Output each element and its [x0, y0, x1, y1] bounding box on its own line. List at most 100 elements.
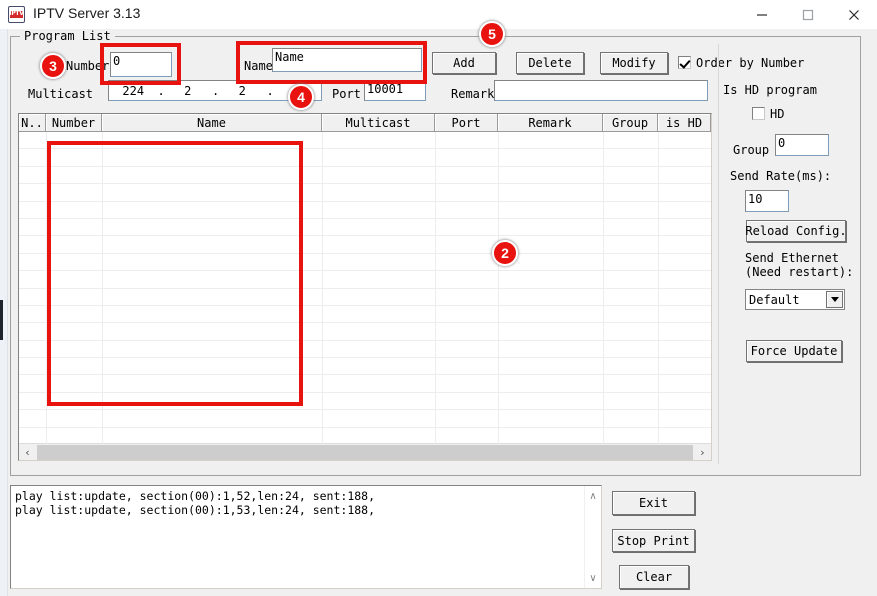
listview-column-header[interactable]: Multicast	[322, 114, 435, 132]
maximize-button[interactable]	[785, 0, 831, 29]
table-row[interactable]	[19, 306, 711, 323]
table-row[interactable]	[19, 289, 711, 306]
program-listview[interactable]: N.. Number Name Multicast Port Remark Group is …	[18, 113, 712, 461]
listview-column-separator	[498, 132, 499, 444]
minimize-icon	[756, 9, 768, 21]
close-button[interactable]	[831, 0, 877, 29]
exit-button[interactable]: Exit	[612, 491, 695, 515]
multicast-octet-3[interactable]: 2	[218, 84, 267, 98]
program-list-groupbox-title: Program List	[20, 29, 115, 43]
listview-horizontal-scrollbar[interactable]: ‹ ›	[19, 443, 711, 460]
reload-config-button[interactable]: Reload Config.	[746, 220, 846, 242]
listview-column-separator	[46, 132, 47, 444]
app-window: IPTV IPTV Server 3.13 Program List Numbe…	[0, 0, 877, 596]
table-row[interactable]	[19, 393, 711, 410]
left-edge-accent	[0, 300, 3, 340]
listview-column-header[interactable]: N..	[19, 114, 46, 132]
listview-column-header[interactable]: Remark	[498, 114, 603, 132]
listview-header: N.. Number Name Multicast Port Remark Group is …	[19, 114, 711, 132]
listview-column-label: Name	[197, 116, 226, 130]
add-button[interactable]: Add	[432, 52, 496, 74]
listview-column-separator	[658, 132, 659, 444]
multicast-octet-4[interactable]: 1	[273, 84, 322, 98]
ethernet-select[interactable]: Default	[745, 289, 845, 310]
order-by-number-label: Order by Number	[696, 56, 804, 70]
multicast-octet-2[interactable]: 2	[164, 84, 213, 98]
modify-button[interactable]: Modify	[600, 52, 668, 74]
table-row[interactable]	[19, 167, 711, 184]
table-row[interactable]	[19, 375, 711, 392]
listview-column-label: Number	[52, 116, 95, 130]
number-label: Number	[66, 59, 109, 73]
listview-column-label: Group	[612, 116, 648, 130]
title-bar: IPTV IPTV Server 3.13	[0, 0, 877, 30]
log-text: play list:update, section(00):1,52,len:2…	[15, 489, 583, 517]
table-row[interactable]	[19, 149, 711, 166]
listview-column-separator	[435, 132, 436, 444]
order-by-number-checkbox[interactable]	[678, 56, 691, 69]
side-panel-divider	[718, 44, 719, 464]
remark-input[interactable]	[494, 80, 708, 101]
ethernet-select-value: Default	[746, 293, 826, 307]
listview-column-label: Remark	[528, 116, 571, 130]
delete-button[interactable]: Delete	[516, 52, 584, 74]
port-input[interactable]: 10001	[364, 80, 426, 101]
table-row[interactable]	[19, 254, 711, 271]
hd-checkbox-label: HD	[770, 107, 784, 121]
icon-label: IPTV	[9, 10, 24, 18]
listview-column-header[interactable]: Name	[102, 114, 322, 132]
force-update-button[interactable]: Force Update	[746, 340, 842, 362]
group-label: Group	[733, 143, 769, 157]
multicast-label: Multicast	[28, 87, 93, 101]
listview-column-label: Multicast	[345, 116, 410, 130]
stop-print-button[interactable]: Stop Print	[612, 529, 695, 552]
close-icon	[848, 9, 860, 21]
listview-column-header[interactable]: Group	[603, 114, 658, 132]
port-label: Port	[332, 87, 361, 101]
listview-column-separator	[102, 132, 103, 444]
clear-button[interactable]: Clear	[619, 565, 689, 589]
chevron-down-icon[interactable]	[826, 291, 843, 308]
iptv-app-icon: IPTV	[8, 6, 25, 23]
multicast-octet-1[interactable]: 224	[109, 84, 158, 98]
table-row[interactable]	[19, 271, 711, 288]
table-row[interactable]	[19, 341, 711, 358]
table-row[interactable]	[19, 219, 711, 236]
table-row[interactable]	[19, 410, 711, 427]
table-row[interactable]	[19, 323, 711, 340]
table-row[interactable]	[19, 184, 711, 201]
listview-rows[interactable]	[19, 132, 711, 444]
log-vertical-scrollbar[interactable]: ∧ ∨	[584, 486, 601, 588]
listview-column-separator	[322, 132, 323, 444]
multicast-input[interactable]: 224 . 2 . 2 . 1	[108, 80, 322, 101]
listview-column-separator	[603, 132, 604, 444]
send-rate-label: Send Rate(ms):	[730, 169, 831, 183]
number-input[interactable]: 0	[110, 52, 172, 77]
listview-column-label: Port	[452, 116, 481, 130]
group-input[interactable]: 0	[775, 134, 829, 156]
listview-column-header[interactable]: is HD	[658, 114, 711, 132]
log-scroll-down-icon[interactable]: ∨	[585, 570, 601, 586]
log-scroll-up-icon[interactable]: ∧	[585, 488, 601, 504]
listview-column-header[interactable]: Number	[46, 114, 102, 132]
scroll-left-icon[interactable]: ‹	[19, 444, 36, 460]
table-row[interactable]	[19, 202, 711, 219]
scroll-right-icon[interactable]: ›	[694, 444, 711, 460]
minimize-button[interactable]	[739, 0, 785, 29]
hd-checkbox[interactable]	[752, 107, 765, 120]
name-input[interactable]: Name	[272, 48, 422, 72]
table-row[interactable]	[19, 236, 711, 253]
maximize-icon	[802, 9, 814, 21]
scroll-thumb[interactable]	[37, 445, 693, 460]
listview-column-header[interactable]: Port	[435, 114, 498, 132]
send-ethernet-label-line2: (Need restart):	[745, 265, 853, 279]
table-row[interactable]	[19, 132, 711, 149]
send-rate-input[interactable]: 10	[745, 190, 789, 212]
remark-label: Remark	[451, 87, 494, 101]
table-row[interactable]	[19, 358, 711, 375]
listview-column-label: N..	[21, 116, 43, 130]
listview-column-label: is HD	[666, 116, 702, 130]
is-hd-program-label: Is HD program	[723, 83, 817, 97]
log-output-panel[interactable]: play list:update, section(00):1,52,len:2…	[10, 485, 602, 589]
window-title: IPTV Server 3.13	[33, 5, 140, 21]
